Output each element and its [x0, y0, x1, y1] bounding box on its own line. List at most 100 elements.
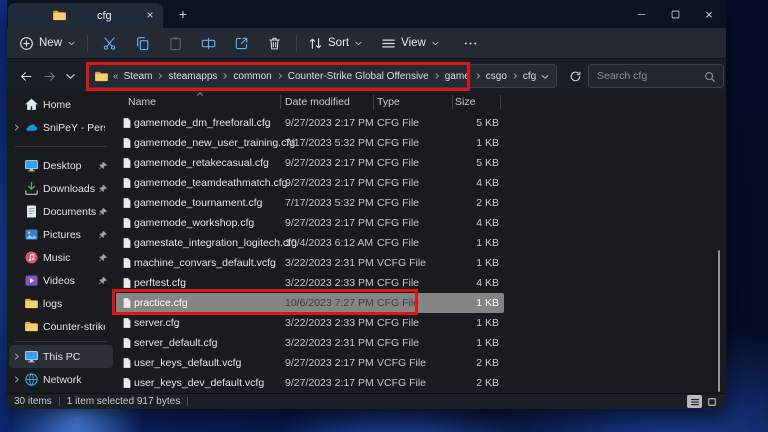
maximize-icon[interactable] [658, 0, 692, 28]
address-dropdown-icon[interactable] [540, 72, 550, 82]
file-size: 1 KB [415, 297, 499, 309]
sidebar-item-downloads[interactable]: Downloads [9, 177, 113, 200]
sidebar-item-icon [24, 181, 39, 196]
pinned-icon [98, 253, 108, 263]
sidebar-item-counter-strike-2[interactable]: Counter-strike 2 [9, 315, 113, 338]
sidebar-item-icon [24, 372, 39, 387]
file-name: gamemode_tournament.cfg [134, 197, 262, 209]
sidebar-item-network[interactable]: Network [9, 368, 113, 391]
pinned-icon [98, 184, 108, 194]
more-options-button[interactable] [454, 32, 487, 55]
sidebar-item-music[interactable]: Music [9, 246, 113, 269]
vertical-scrollbar[interactable] [718, 250, 720, 392]
file-size: 1 KB [415, 237, 499, 249]
forward-button[interactable] [38, 65, 60, 87]
breadcrumb-chevron-icon[interactable] [511, 72, 519, 80]
file-row[interactable]: gamemode_dm_freeforall.cfg 9/27/2023 2:1… [115, 113, 726, 133]
file-row[interactable]: gamemode_teamdeathmatch.cfg 9/27/2023 2:… [115, 173, 726, 193]
file-date-modified: 9/27/2023 2:17 PM [285, 177, 374, 189]
file-row[interactable]: gamestate_integration_logitech.cfg 10/4/… [115, 233, 726, 253]
paste-button[interactable] [159, 32, 192, 55]
column-header-date[interactable]: Date modified [285, 96, 350, 108]
file-name: gamemode_workshop.cfg [134, 217, 254, 229]
pinned-icon [98, 207, 108, 217]
close-icon[interactable]: × [692, 0, 726, 28]
sidebar-item-icon [24, 296, 39, 311]
file-date-modified: 3/22/2023 2:33 PM [285, 277, 374, 289]
breadcrumb-chevron-icon[interactable] [474, 72, 482, 80]
file-size: 1 KB [415, 137, 499, 149]
minimize-icon[interactable] [624, 0, 658, 28]
sidebar-item-home[interactable]: Home [9, 93, 113, 116]
column-divider[interactable] [500, 95, 501, 109]
file-size: 1 KB [415, 257, 499, 269]
file-row[interactable]: gamemode_new_user_training.cfg 7/17/2023… [115, 133, 726, 153]
file-row[interactable]: user_keys_dev_default.vcfg 9/27/2023 2:1… [115, 373, 726, 393]
sort-ascending-icon [196, 90, 204, 98]
breadcrumb-segment[interactable]: csgo [483, 69, 510, 84]
refresh-button[interactable] [564, 65, 586, 87]
sidebar-item-videos[interactable]: Videos [9, 269, 113, 292]
view-button[interactable]: View [375, 32, 446, 55]
column-divider[interactable] [280, 95, 281, 109]
file-row[interactable]: user_keys_default.vcfg 9/27/2023 2:17 PM… [115, 353, 726, 373]
file-row[interactable]: gamemode_workshop.cfg 9/27/2023 2:17 PM … [115, 213, 726, 233]
sidebar-item-documents[interactable]: Documents [9, 200, 113, 223]
tab-title: cfg [97, 10, 112, 22]
share-icon [234, 36, 249, 51]
sort-button[interactable]: Sort [302, 32, 369, 55]
new-button[interactable]: New [13, 32, 82, 55]
recent-locations-button[interactable] [59, 65, 81, 87]
details-view-button[interactable] [687, 395, 702, 408]
sidebar-item-pictures[interactable]: Pictures [9, 223, 113, 246]
sidebar-item-icon [24, 204, 39, 219]
expand-chevron-icon[interactable] [12, 352, 21, 361]
sidebar-divider [15, 341, 107, 342]
file-row[interactable]: server_default.cfg 3/22/2023 2:31 PM CFG… [115, 333, 726, 353]
sidebar-item-this-pc[interactable]: This PC [9, 345, 113, 368]
sidebar-item-snipey-personal[interactable]: SniPeY - Personal [9, 116, 113, 139]
cut-button[interactable] [93, 32, 126, 55]
sidebar-item-icon [24, 273, 39, 288]
column-divider[interactable] [373, 95, 374, 109]
rename-button[interactable] [192, 32, 225, 55]
file-size: 1 KB [415, 317, 499, 329]
file-icon [121, 137, 133, 149]
breadcrumb-segment[interactable]: cfg [520, 69, 539, 84]
more-ellipsis-icon [463, 36, 478, 51]
column-header-type[interactable]: Type [377, 96, 400, 108]
delete-button[interactable] [258, 32, 291, 55]
view-toggle-group [687, 395, 719, 408]
file-row[interactable]: gamemode_tournament.cfg 7/17/2023 5:32 P… [115, 193, 726, 213]
share-button[interactable] [225, 32, 258, 55]
column-divider[interactable] [452, 95, 453, 109]
icons-view-button[interactable] [704, 395, 719, 408]
file-list-pane: Name Date modified Type Size gamemode_dm… [115, 92, 726, 393]
sidebar-item-desktop[interactable]: Desktop [9, 154, 113, 177]
search-input[interactable] [597, 66, 697, 86]
column-header-name[interactable]: Name [128, 96, 156, 108]
rename-icon [201, 36, 216, 51]
file-date-modified: 9/27/2023 2:17 PM [285, 357, 374, 369]
sort-button-label: Sort [328, 37, 349, 49]
tab-close-icon[interactable]: × [141, 6, 159, 24]
sidebar-divider [15, 146, 107, 147]
sidebar-item-logs[interactable]: logs [9, 292, 113, 315]
expand-chevron-icon[interactable] [12, 123, 21, 132]
expand-chevron-icon[interactable] [12, 375, 21, 384]
copy-button[interactable] [126, 32, 159, 55]
view-list-icon [381, 36, 396, 51]
file-row[interactable]: server.cfg 3/22/2023 2:33 PM CFG File 1 … [115, 313, 726, 333]
file-row[interactable]: gamemode_retakecasual.cfg 9/27/2023 2:17… [115, 153, 726, 173]
sidebar-item-icon [24, 120, 39, 135]
pinned-icon [98, 276, 108, 286]
copy-icon [135, 36, 150, 51]
tab-cfg[interactable]: cfg × [8, 3, 163, 28]
cut-icon [102, 36, 117, 51]
file-date-modified: 3/22/2023 2:33 PM [285, 317, 374, 329]
sidebar-item-icon [24, 349, 39, 364]
new-tab-button[interactable]: + [173, 5, 193, 25]
column-header-size[interactable]: Size [455, 96, 475, 108]
file-row[interactable]: machine_convars_default.vcfg 3/22/2023 2… [115, 253, 726, 273]
back-button[interactable] [15, 65, 37, 87]
